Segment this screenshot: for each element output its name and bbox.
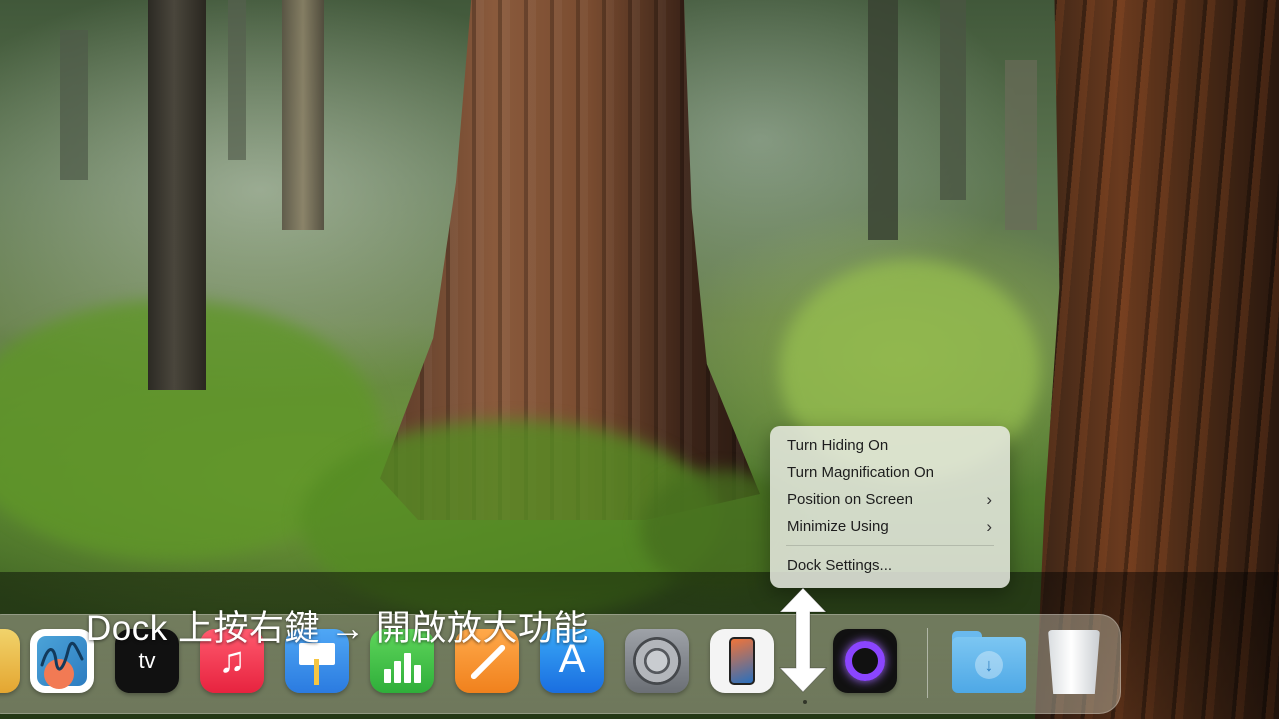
caption-text: Dock 上按右鍵 → 開啟放大功能 <box>86 609 589 648</box>
freeform-app-icon[interactable] <box>30 629 94 693</box>
background-tree <box>940 0 966 200</box>
numbers-bar-icon <box>404 653 411 683</box>
dock-divider <box>927 628 928 698</box>
download-arrow-icon: ↓ <box>975 651 1003 679</box>
trash-icon[interactable] <box>1045 624 1103 696</box>
apple-tv-logo: tv <box>138 648 156 673</box>
menu-item-turn-magnification-on[interactable]: Turn Magnification On <box>776 459 1004 486</box>
background-tree <box>868 0 898 240</box>
background-tree <box>228 0 246 160</box>
background-tree <box>1005 60 1037 230</box>
numbers-bar-icon <box>394 661 401 683</box>
menu-item-label: Minimize Using <box>787 518 889 535</box>
scribble-icon <box>40 641 84 671</box>
numbers-bar-icon <box>414 665 421 683</box>
menu-separator <box>786 545 994 546</box>
menu-item-label: Turn Magnification On <box>787 464 935 481</box>
downloads-folder-icon[interactable]: ↓ <box>952 629 1026 693</box>
iphone-mirroring-icon[interactable] <box>710 629 774 693</box>
app-partial-icon[interactable] <box>0 629 20 693</box>
running-indicator <box>803 700 807 704</box>
chevron-right-icon: › <box>986 517 992 536</box>
menu-item-turn-hiding-on[interactable]: Turn Hiding On <box>776 432 1004 459</box>
mirror-app-icon[interactable] <box>833 629 897 693</box>
menu-item-label: Position on Screen <box>787 491 913 508</box>
dock-context-menu: Turn Hiding On Turn Magnification On Pos… <box>770 426 1010 588</box>
menu-item-label: Turn Hiding On <box>787 437 889 454</box>
chevron-right-icon: › <box>986 490 992 509</box>
system-settings-icon[interactable] <box>625 629 689 693</box>
menu-item-minimize-using[interactable]: Minimize Using › <box>776 513 1004 540</box>
menu-item-label: Dock Settings... <box>787 557 893 574</box>
background-tree <box>282 0 324 230</box>
trash-can-icon <box>1048 630 1100 694</box>
menu-item-dock-settings[interactable]: Dock Settings... <box>776 552 1004 579</box>
up-down-arrow-icon <box>778 587 828 693</box>
keynote-stand-icon <box>314 659 319 685</box>
gear-icon <box>633 637 681 685</box>
menu-item-position-on-screen[interactable]: Position on Screen › <box>776 486 1004 513</box>
ring-icon <box>845 641 885 681</box>
background-tree <box>60 30 88 180</box>
iphone-icon <box>729 637 755 685</box>
background-tree <box>148 0 206 390</box>
numbers-bar-icon <box>384 669 391 683</box>
